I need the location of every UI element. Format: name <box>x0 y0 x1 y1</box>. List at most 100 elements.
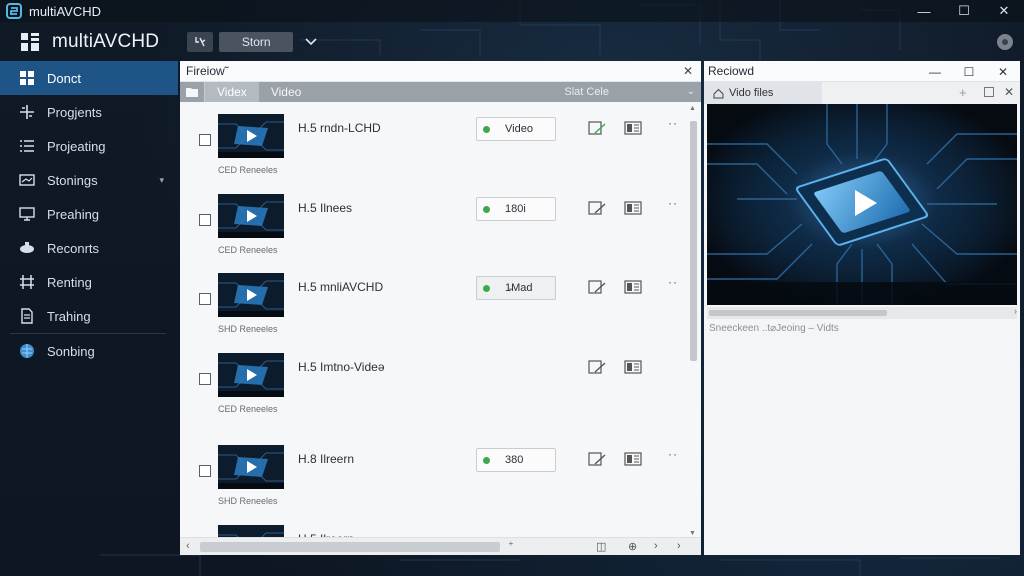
preview-title: Reciowd <box>708 64 755 78</box>
close-button[interactable]: ✕ <box>984 0 1024 22</box>
format-select[interactable]: 1̵Mad <box>476 276 556 300</box>
tab-videx[interactable]: Videx <box>204 82 259 102</box>
more-options-icon[interactable]: ·· <box>668 447 678 461</box>
row-checkbox[interactable] <box>199 293 211 305</box>
scroll-right-icon[interactable]: › <box>677 540 681 552</box>
list-icon <box>18 137 36 155</box>
document-icon <box>18 307 36 325</box>
file-name[interactable]: H.5 rndn-LCHD <box>298 121 381 135</box>
sidebar-item-trahing[interactable]: Trahing <box>0 299 178 333</box>
settings-icon[interactable] <box>996 33 1014 51</box>
minimize-button[interactable]: — <box>904 0 944 22</box>
file-row[interactable]: CED Reneeles H.5 rndn-LCHD Video ·· <box>180 102 688 175</box>
file-row[interactable]: SHD Reneeles H.8 Ilreern 380 ·· <box>180 433 688 506</box>
tab-video[interactable]: Video <box>259 82 313 102</box>
sidebar-item-label: Projeating <box>47 138 106 154</box>
sidebar-item-stonings[interactable]: Stonings ▾ <box>0 163 178 197</box>
scrollbar-thumb[interactable] <box>690 121 697 361</box>
preview-close-button[interactable]: ✕ <box>986 61 1020 82</box>
sidebar-item-preahing[interactable]: Preahing <box>0 197 178 231</box>
row-checkbox[interactable] <box>199 214 211 226</box>
sort-arrow-icon[interactable]: ⌄ <box>687 82 695 102</box>
layout-icon[interactable] <box>624 360 642 374</box>
row-checkbox[interactable] <box>199 134 211 146</box>
video-preview[interactable] <box>707 104 1017 305</box>
video-thumbnail[interactable] <box>218 114 284 158</box>
edit-icon[interactable] <box>588 450 608 468</box>
format-select[interactable]: Video <box>476 117 556 141</box>
edit-icon[interactable] <box>588 119 608 137</box>
vertical-scrollbar[interactable]: ▲ ▼ <box>689 105 698 537</box>
panel-close-button[interactable]: ✕ <box>683 64 693 78</box>
layout-icon[interactable] <box>624 121 642 135</box>
store-button[interactable]: Storn <box>219 32 294 52</box>
row-checkbox[interactable] <box>199 373 211 385</box>
app-logo-icon <box>6 3 22 19</box>
home-icon <box>713 88 724 98</box>
edit-icon[interactable] <box>588 358 608 376</box>
video-thumbnail[interactable] <box>218 194 284 238</box>
video-thumbnail[interactable] <box>218 353 284 397</box>
scrollbar-thumb[interactable] <box>709 310 887 316</box>
sort-label[interactable]: Slat Cele <box>564 82 609 102</box>
video-thumbnail[interactable] <box>218 273 284 317</box>
chevron-down-icon[interactable] <box>303 34 319 50</box>
status-dot-icon <box>483 284 490 292</box>
format-select[interactable]: 180i <box>476 197 556 221</box>
file-name[interactable]: H.8 Ilreern <box>298 452 354 466</box>
tab-close-icon[interactable]: ✕ <box>1004 85 1014 99</box>
add-tab-icon[interactable]: + <box>959 85 967 100</box>
file-row[interactable]: CED Reneeles H.5 Ilnees 180i ·· <box>180 182 688 255</box>
tool-button[interactable] <box>187 32 214 52</box>
preview-scrollbar[interactable]: › <box>707 306 1017 319</box>
file-name[interactable]: H.5 Imtno-Videə <box>298 360 385 374</box>
preview-status: Sneeckeen ..t⌀Jeoing – Vidts <box>709 323 839 334</box>
layout-icon[interactable] <box>624 201 642 215</box>
sidebar-item-progjents[interactable]: Progjents <box>0 95 178 129</box>
video-thumbnail[interactable] <box>218 445 284 489</box>
tab-video-files[interactable]: Vido files <box>704 82 822 104</box>
sidebar-item-projeating[interactable]: Projeating <box>0 129 178 163</box>
scroll-up-icon[interactable]: ▲ <box>689 105 696 112</box>
scrollbar-thumb[interactable] <box>200 542 500 552</box>
sidebar-item-label: Stonings <box>47 172 98 188</box>
sidebar-item-donct[interactable]: Donct <box>0 61 178 95</box>
file-row[interactable]: SHD Reneeles H.5 mnliAVCHD 1̵Mad ·· <box>180 261 688 334</box>
preview-maximize-button[interactable]: ☐ <box>952 61 986 82</box>
format-label: 380 <box>505 454 524 466</box>
zoom-icon[interactable]: ⊕ <box>628 540 637 553</box>
horizontal-scrollbar[interactable]: ‹ ⁺ ◫ ⊕ › › <box>180 537 701 555</box>
app-header: multiAVCHD Storn <box>0 22 1024 62</box>
format-label: 180i <box>505 203 526 215</box>
preview-minimize-button[interactable]: — <box>918 61 952 82</box>
edit-icon[interactable] <box>588 278 608 296</box>
format-select[interactable]: 380 <box>476 448 556 472</box>
folder-icon[interactable] <box>180 87 204 97</box>
scroll-left-icon[interactable]: ‹ <box>186 540 190 552</box>
row-checkbox[interactable] <box>199 465 211 477</box>
file-name[interactable]: H.5 mnliAVCHD <box>298 280 383 294</box>
status-dot-icon <box>483 456 490 464</box>
file-name[interactable]: H.5 Ilnees <box>298 201 352 215</box>
sidebar-item-sonbing[interactable]: Sonbing <box>0 334 178 368</box>
next-icon[interactable]: › <box>654 540 658 552</box>
panel-title: Fireiow˜ <box>186 64 229 78</box>
grid-icon[interactable] <box>20 32 40 52</box>
panel-view-icon[interactable]: ◫ <box>596 540 606 553</box>
more-options-icon[interactable]: ·· <box>668 196 678 210</box>
sidebar-item-label: Sonbing <box>47 343 95 359</box>
maximize-button[interactable]: ☐ <box>944 0 984 22</box>
sidebar-item-reconrts[interactable]: Reconrts <box>0 231 178 265</box>
format-label: 1̵Mad <box>505 282 533 294</box>
more-options-icon[interactable]: ·· <box>668 275 678 289</box>
scroll-down-icon[interactable]: ▼ <box>689 530 696 537</box>
edit-icon[interactable] <box>588 199 608 217</box>
layout-icon[interactable] <box>624 280 642 294</box>
scroll-right-icon[interactable]: › <box>1014 306 1017 316</box>
more-options-icon[interactable]: ·· <box>668 116 678 130</box>
file-row[interactable]: CED Reneeles H.5 Imtno-Videə <box>180 341 688 414</box>
restore-icon[interactable] <box>984 87 994 97</box>
sidebar-item-renting[interactable]: Renting <box>0 265 178 299</box>
chevron-down-icon[interactable]: ▾ <box>159 175 164 186</box>
layout-icon[interactable] <box>624 452 642 466</box>
